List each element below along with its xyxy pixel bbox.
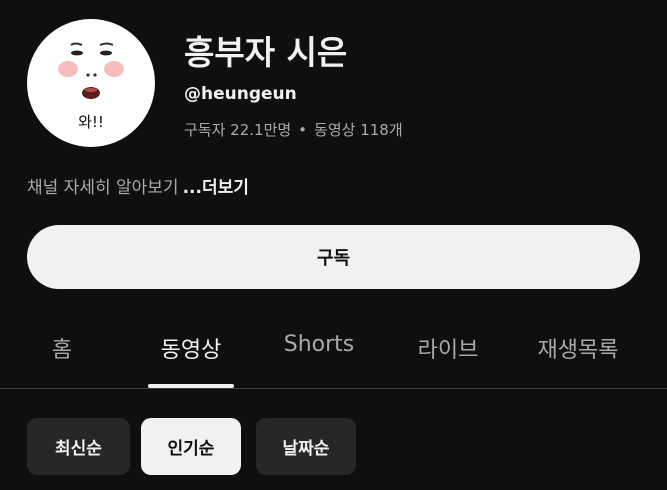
subscriber-count: 구독자 22.1만명 [184,121,292,139]
tab-playlists[interactable]: 재생목록 [538,332,619,364]
channel-stats: 구독자 22.1만명 • 동영상 118개 [184,119,403,140]
channel-avatar[interactable]: 와!! [27,19,155,147]
active-tab-indicator [148,384,234,388]
about-text[interactable]: 채널 자세히 알아보기 [27,178,179,198]
channel-handle: @heungeun [184,84,297,104]
sort-chip-oldest[interactable]: 날짜순 [256,418,356,475]
stats-separator: • [298,121,308,139]
tab-live[interactable]: 라이브 [418,332,479,364]
channel-tabs: 홈 동영상 Shorts 라이브 재생목록 [0,318,667,389]
tab-videos[interactable]: 동영상 [161,332,222,364]
avatar-caption: 와!! [78,113,104,131]
subscribe-button[interactable]: 구독 [27,225,640,289]
tab-home[interactable]: 홈 [52,332,72,364]
more-link[interactable]: ...더보기 [183,178,249,198]
channel-about[interactable]: 채널 자세히 알아보기 ...더보기 [27,173,249,198]
sort-chip-latest[interactable]: 최신순 [27,418,130,475]
video-count: 동영상 118개 [314,121,403,139]
channel-name: 흥부자 시은 [184,33,348,72]
tab-shorts[interactable]: Shorts [284,332,355,357]
sort-chip-popular[interactable]: 인기순 [141,418,241,475]
